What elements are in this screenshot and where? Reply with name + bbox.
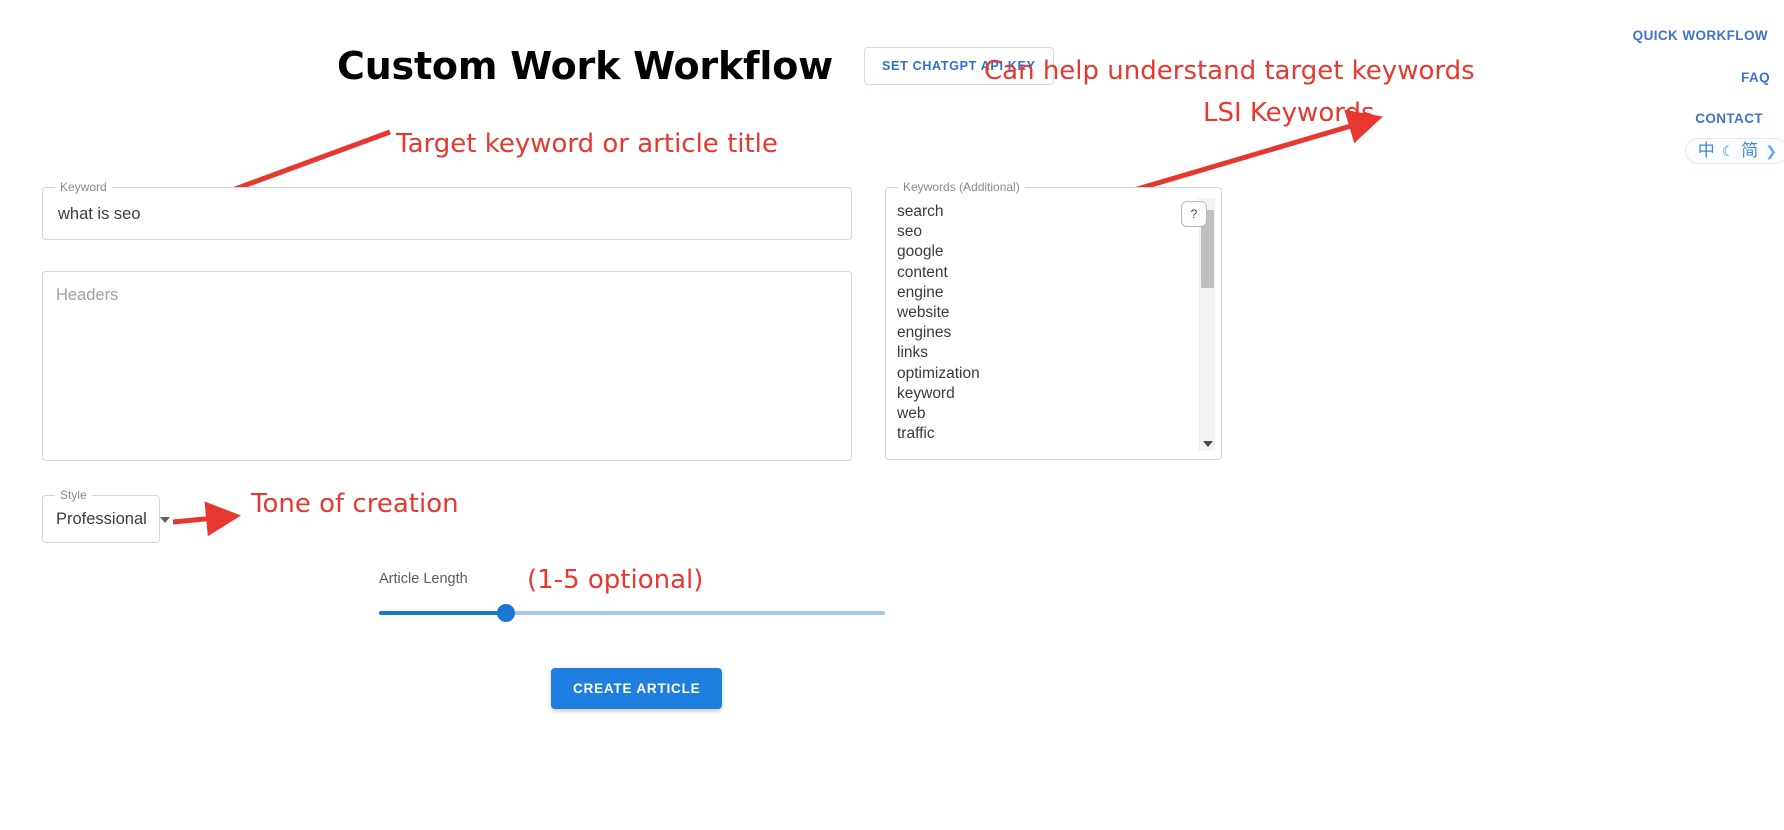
keyword-value: what is seo	[58, 205, 141, 223]
keyword-list-item[interactable]: traffic	[897, 424, 1199, 444]
article-length-slider-group: Article Length	[379, 571, 885, 622]
nav-link-contact[interactable]: CONTACT	[1544, 111, 1763, 126]
top-navigation: QUICK WORKFLOW FAQ CONTACT 中 ☾ 简 ❯	[1544, 0, 1784, 164]
style-label: Style	[55, 488, 92, 502]
keyword-list-item[interactable]: optimization	[897, 364, 1199, 384]
chevron-down-icon[interactable]	[159, 516, 170, 523]
keyword-list-item[interactable]: links	[897, 343, 1199, 363]
nav-link-quick-workflow[interactable]: QUICK WORKFLOW	[1544, 28, 1768, 43]
slider-fill	[379, 611, 506, 615]
create-article-button[interactable]: CREATE ARTICLE	[551, 668, 723, 709]
keyword-list-item[interactable]: content	[897, 263, 1199, 283]
chevron-right-icon[interactable]: ❯	[1765, 144, 1777, 158]
style-select[interactable]: Style Professional	[42, 488, 170, 543]
keywords-scrollbar[interactable]	[1199, 198, 1215, 451]
moon-icon[interactable]: ☾	[1722, 144, 1735, 158]
keyword-list-item[interactable]: website	[897, 303, 1199, 323]
keyword-list-item[interactable]: engine	[897, 283, 1199, 303]
nav-link-faq[interactable]: FAQ	[1544, 70, 1770, 85]
annotation-lsi-line2: LSI Keywords	[1203, 98, 1375, 128]
annotation-lsi-line1: Can help understand target keywords	[984, 56, 1475, 86]
page-title: Custom Work Workflow	[337, 44, 834, 88]
set-chatgpt-api-key-button[interactable]: SET CHATGPT API KEY	[864, 47, 1054, 85]
style-value: Professional	[56, 510, 147, 528]
annotation-target-keyword: Target keyword or article title	[396, 129, 778, 159]
article-length-slider[interactable]	[379, 604, 885, 622]
slider-thumb[interactable]	[496, 604, 515, 622]
keyword-list-item[interactable]: engines	[897, 323, 1199, 343]
language-switcher[interactable]: 中 ☾ 简 ❯	[1684, 138, 1784, 164]
annotation-tone: Tone of creation	[251, 489, 459, 519]
scroll-down-arrow-icon[interactable]	[1203, 441, 1213, 447]
help-button[interactable]: ?	[1181, 201, 1207, 227]
keyword-list-item[interactable]: seo	[897, 222, 1199, 242]
keyword-input[interactable]: Keyword what is seo	[42, 180, 852, 240]
keyword-list-item[interactable]: keyword	[897, 384, 1199, 404]
keyword-label: Keyword	[55, 180, 112, 194]
keyword-list-item[interactable]: google	[897, 242, 1199, 262]
lang-simplified-label: 简	[1741, 141, 1759, 160]
article-length-label: Article Length	[379, 571, 468, 587]
headers-textarea[interactable]: Headers	[42, 271, 852, 461]
header-row: Custom Work Workflow SET CHATGPT API KEY	[337, 44, 1054, 88]
keywords-list[interactable]: search seo google content engine website engin…	[897, 202, 1199, 453]
keyword-list-item[interactable]: search	[897, 202, 1199, 222]
keywords-additional-panel: Keywords (Additional) search seo google con…	[885, 180, 1222, 460]
keyword-list-item[interactable]: web	[897, 404, 1199, 424]
keywords-additional-label: Keywords (Additional)	[898, 180, 1025, 194]
arrow-to-style-icon	[172, 501, 241, 537]
headers-placeholder: Headers	[56, 286, 119, 304]
lang-chinese-label: 中	[1697, 141, 1715, 160]
